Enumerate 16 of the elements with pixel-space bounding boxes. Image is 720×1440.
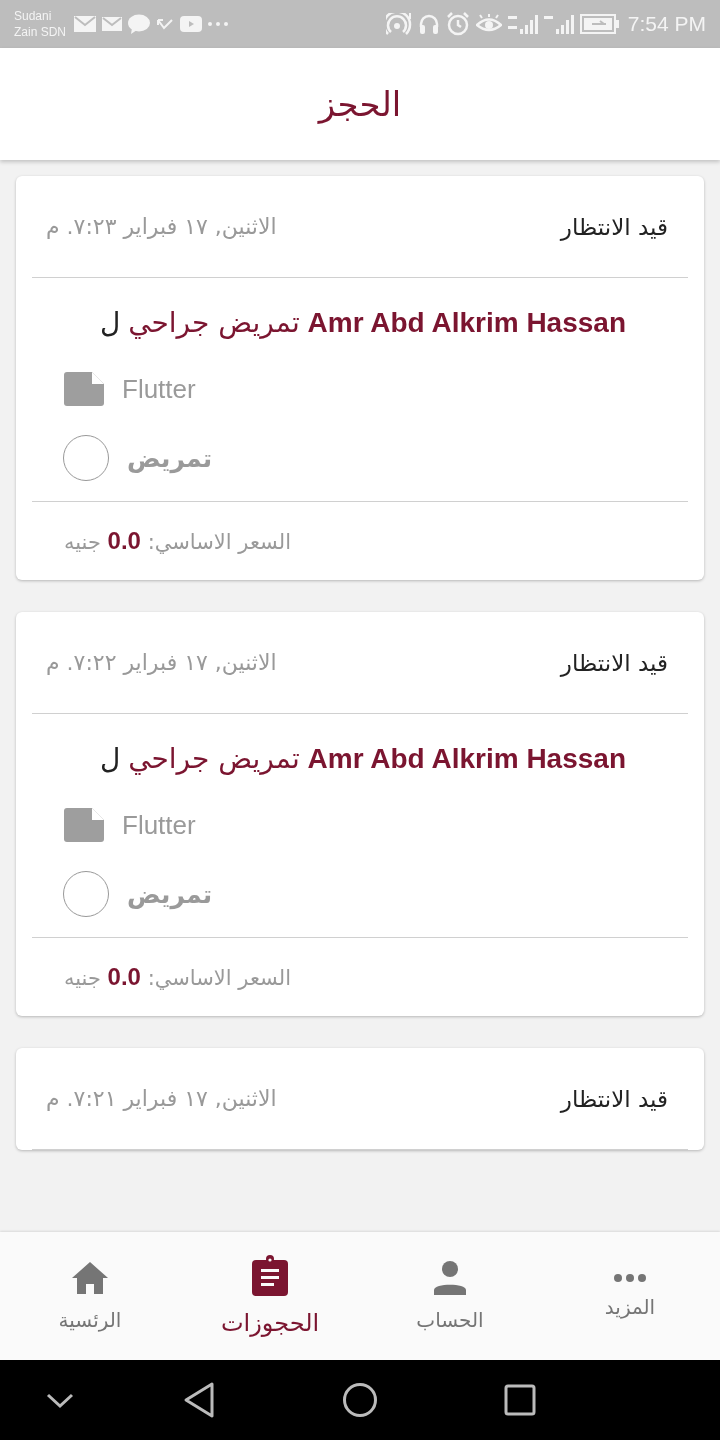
page-title: الحجز <box>318 84 402 124</box>
booking-status: قيد الانتظار <box>560 1085 668 1112</box>
document-name: Flutter <box>122 373 196 405</box>
booking-date: الاثنين, ١٧ فبراير ٧:٢٣. م <box>46 214 277 239</box>
booking-date: الاثنين, ١٧ فبراير ٧:٢١. م <box>46 1086 277 1111</box>
booking-date: الاثنين, ١٧ فبراير ٧:٢٢. م <box>46 650 277 675</box>
category-label: تمريض <box>127 879 213 909</box>
nav-tab[interactable]: الرئسية <box>0 1232 180 1360</box>
booking-card[interactable]: قيد الانتظار الاثنين, ١٧ فبراير ٧:٢١. م <box>16 1048 704 1150</box>
booking-status: قيد الانتظار <box>560 649 668 676</box>
nav-tab[interactable]: الحساب <box>360 1232 540 1360</box>
document-name: Flutter <box>122 809 196 841</box>
category-label: تمريض <box>127 443 213 473</box>
booking-status: قيد الانتظار <box>560 213 668 240</box>
nav-tab[interactable]: المزيد <box>540 1232 720 1360</box>
nav-tab[interactable]: الحجوزات <box>180 1232 360 1360</box>
